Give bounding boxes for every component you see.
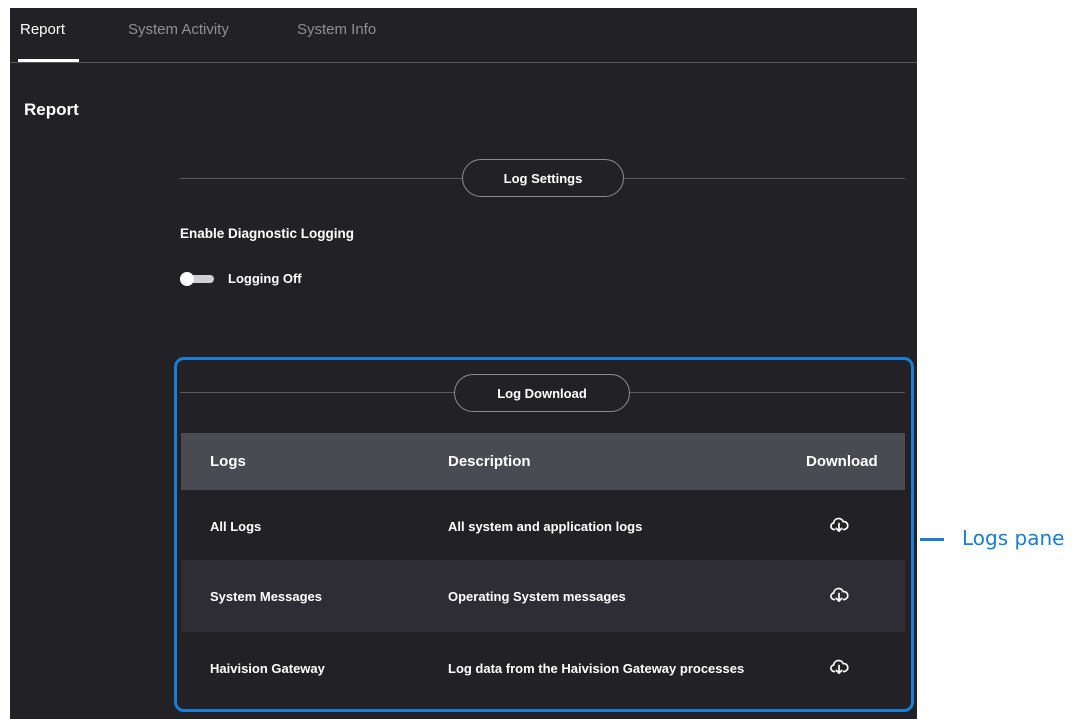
log-settings-section-label: Log Settings <box>462 159 624 197</box>
section-divider-right <box>624 178 905 179</box>
diagnostic-logging-toggle[interactable] <box>180 272 214 286</box>
logs-table: Logs Description Download All Logs All s… <box>181 433 905 706</box>
table-row: System Messages Operating System message… <box>181 560 905 632</box>
log-description: Operating System messages <box>448 589 626 604</box>
enable-diagnostic-logging-label: Enable Diagnostic Logging <box>180 226 355 241</box>
log-name: Haivision Gateway <box>210 661 325 676</box>
column-header-download: Download <box>806 453 878 470</box>
section-divider-left <box>180 178 462 179</box>
cloud-download-icon[interactable] <box>829 657 849 677</box>
tab-report[interactable]: Report <box>20 21 65 38</box>
column-header-description: Description <box>448 453 531 470</box>
log-download-section-label: Log Download <box>454 374 630 412</box>
table-header: Logs Description Download <box>181 433 905 490</box>
log-name: System Messages <box>210 589 323 604</box>
log-description: All system and application logs <box>448 519 643 534</box>
report-page: Report System Activity System Info Repor… <box>10 8 917 719</box>
cloud-download-icon[interactable] <box>829 515 849 535</box>
callout-line <box>920 538 944 541</box>
tab-bar: Report System Activity System Info <box>10 8 917 63</box>
tab-system-info[interactable]: System Info <box>297 21 376 38</box>
logging-status-label: Logging Off <box>228 271 302 286</box>
tab-system-activity[interactable]: System Activity <box>128 21 229 38</box>
cloud-download-icon[interactable] <box>829 585 849 605</box>
page-title: Report <box>24 100 79 119</box>
toggle-knob <box>180 272 194 286</box>
section-divider-left <box>180 392 454 393</box>
logs-pane-callout: Logs pane <box>962 526 1065 550</box>
table-row: All Logs All system and application logs <box>181 490 905 560</box>
log-description: Log data from the Haivision Gateway proc… <box>448 661 745 676</box>
column-header-logs: Logs <box>210 453 246 470</box>
table-row: Haivision Gateway Log data from the Haiv… <box>181 632 905 706</box>
active-tab-indicator <box>18 59 79 62</box>
section-divider-right <box>630 392 905 393</box>
log-name: All Logs <box>210 519 262 534</box>
